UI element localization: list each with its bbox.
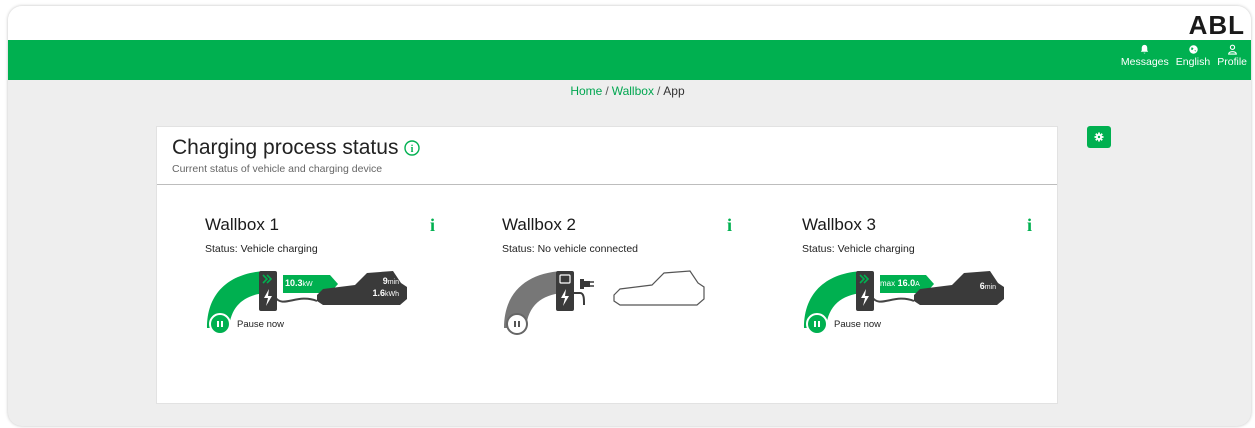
user-icon [1227,44,1237,55]
pause-button[interactable]: Pause now [209,313,284,335]
pause-label: Pause now [834,318,882,330]
pause-button[interactable] [506,313,528,335]
breadcrumb-wallbox[interactable]: Wallbox [612,84,654,98]
messages-nav[interactable]: Messages [1121,44,1169,68]
power-unit: kW [302,281,313,288]
bell-icon [1141,44,1149,54]
breadcrumb-home[interactable]: Home [570,84,602,98]
energy-value: 1.6 [372,288,385,298]
pause-icon [806,313,828,335]
charging-graphic: max 16.0A 6min Pause now [802,263,1032,353]
time-readout: 9min [353,276,399,288]
abl-logo[interactable]: ABL [1189,10,1245,41]
top-header: ABL [8,6,1251,40]
wallbox-title: Wallbox 1 [205,215,280,234]
messages-label: Messages [1120,56,1169,68]
charging-cable [574,292,585,305]
language-nav[interactable]: English [1176,44,1210,68]
time-unit: min [984,284,996,291]
charging-status-card: Charging process status i Current status… [156,126,1058,404]
wallbox-3-panel: Wallbox 3 i Status: Vehicle charging max… [802,215,1032,353]
car-readout: 9min 1.6kWh [353,276,399,300]
globe-icon [1188,45,1198,54]
wallbox-title: Wallbox 2 [502,215,577,234]
info-circle-icon[interactable]: i [404,140,421,156]
card-subtitle: Current status of vehicle and charging d… [172,163,383,175]
power-value: 10.3 [285,278,303,288]
profile-nav[interactable]: Profile [1217,44,1247,68]
info-icon[interactable]: i [727,215,732,236]
pause-icon [209,313,231,335]
time-readout: 6min [950,281,996,293]
charging-graphic [502,263,732,353]
charging-illustration [504,270,705,328]
car-outline-icon [613,270,705,306]
time-unit: min [387,279,399,286]
energy-unit: kWh [385,291,399,298]
info-icon[interactable]: i [1027,215,1032,236]
charging-illustration [804,271,1004,328]
wallbox-status: Status: Vehicle charging [205,243,318,255]
breadcrumb-current: App [663,84,685,98]
pause-button[interactable]: Pause now [806,313,881,335]
breadcrumb-separator: / [656,84,661,98]
svg-text:i: i [411,144,414,155]
charging-graphic: 10.3kW 9min 1.6kWh Pause now [205,263,435,353]
wallbox-title: Wallbox 3 [802,215,877,234]
charging-cable [871,296,915,303]
gear-icon [1094,132,1104,142]
info-icon[interactable]: i [430,215,435,236]
charging-cable [274,296,318,303]
car-readout: 6min [950,281,996,293]
current-prefix: max [880,279,896,288]
settings-button[interactable] [1087,126,1111,148]
current-readout: max 16.0A [880,278,920,288]
breadcrumb: Home / Wallbox / App [0,84,1255,98]
power-readout: 10.3kW [285,278,313,288]
plug-icon [580,279,590,289]
wallbox-1-panel: Wallbox 1 i Status: Vehicle charging 10.… [205,215,435,353]
breadcrumb-separator: / [605,84,609,98]
wallbox-2-panel: Wallbox 2 i Status: No vehicle connected [502,215,732,353]
profile-label: Profile [1217,56,1247,68]
pause-label: Pause now [237,318,285,330]
nav-menu: Messages English Profile [1121,44,1247,68]
current-value: 16.0 [897,278,916,288]
current-unit: A [915,281,920,288]
card-header: Charging process status i Current status… [157,127,1057,185]
card-title-text: Charging process status [172,136,399,159]
energy-readout: 1.6kWh [353,288,399,300]
language-label: English [1175,56,1211,68]
main-navbar: Messages English Profile [8,40,1251,80]
wallbox-status: Status: Vehicle charging [802,243,915,255]
charging-illustration [207,271,407,328]
card-title: Charging process status i [172,136,1042,160]
wallbox-status: Status: No vehicle connected [502,243,638,255]
pause-icon [506,313,528,335]
